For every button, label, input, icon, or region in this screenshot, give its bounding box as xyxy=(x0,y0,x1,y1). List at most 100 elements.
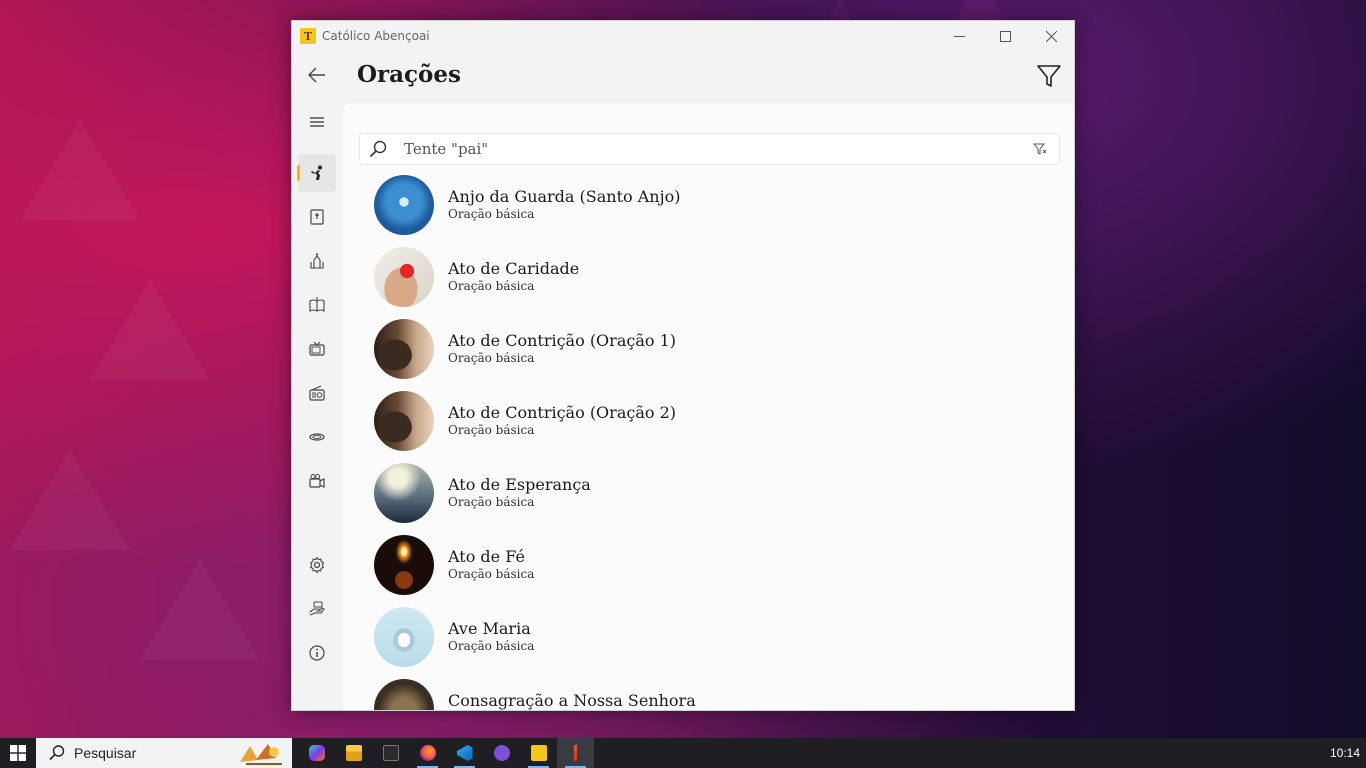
filter-icon xyxy=(1037,65,1061,87)
nav-item-saints[interactable] xyxy=(298,418,336,456)
bible-icon xyxy=(310,209,324,225)
terminal-icon xyxy=(382,745,399,761)
nav-item-settings[interactable] xyxy=(298,546,336,584)
vscode-icon xyxy=(456,745,473,761)
prayer-thumbnail xyxy=(374,247,434,307)
minimize-icon xyxy=(953,35,965,37)
prayer-thumbnail xyxy=(374,679,434,710)
content-area: Anjo da Guarda (Santo Anjo) Oração básic… xyxy=(343,103,1074,710)
list-item[interactable]: Ato de Caridade Oração básica xyxy=(374,247,1064,319)
list-item[interactable]: Ato de Fé Oração básica xyxy=(374,535,1064,607)
taskbar-clock[interactable]: 10:14 xyxy=(1330,746,1360,760)
gear-icon xyxy=(310,556,324,574)
back-arrow-icon xyxy=(308,67,325,83)
list-item[interactable]: Ato de Esperança Oração básica xyxy=(374,463,1064,535)
nav-item-tv[interactable] xyxy=(298,330,336,368)
window-title: Católico Abençoai xyxy=(322,29,430,43)
book-icon xyxy=(309,297,325,313)
halo-icon xyxy=(309,433,325,441)
minimize-button[interactable] xyxy=(936,21,982,51)
list-item[interactable]: Consagração a Nossa Senhora xyxy=(374,679,1064,710)
taskbar-vscode[interactable] xyxy=(446,738,483,768)
prayer-title: Ato de Contrição (Oração 2) xyxy=(448,403,676,422)
prayer-thumbnail xyxy=(374,607,434,667)
search-box[interactable] xyxy=(359,133,1060,165)
list-item[interactable]: Ato de Contrição (Oração 1) Oração básic… xyxy=(374,319,1064,391)
app-window: T Católico Abençoai Orações Tente "pai" … xyxy=(291,20,1075,711)
taskbar-running-app[interactable] xyxy=(557,738,594,768)
prayer-subtitle: Oração básica xyxy=(448,279,535,293)
hamburger-icon xyxy=(310,117,324,127)
taskbar-terminal[interactable] xyxy=(372,738,409,768)
donate-hand-icon xyxy=(309,601,325,616)
nav-item-liturgy[interactable] xyxy=(298,286,336,324)
filter-button[interactable] xyxy=(1036,63,1062,89)
prayer-title: Ato de Fé xyxy=(448,547,525,566)
praying-person-icon xyxy=(311,165,322,180)
nav-item-about[interactable] xyxy=(298,634,336,672)
search-input[interactable] xyxy=(404,140,1033,158)
back-button[interactable] xyxy=(306,65,328,85)
info-icon xyxy=(309,645,325,661)
nav-item-prayers[interactable] xyxy=(297,154,336,192)
taskbar-apps xyxy=(298,738,594,768)
prayer-title: Ave Maria xyxy=(448,619,531,638)
prayer-title: Anjo da Guarda (Santo Anjo) xyxy=(448,187,681,206)
list-item[interactable]: Ato de Contrição (Oração 2) Oração básic… xyxy=(374,391,1064,463)
prayer-thumbnail xyxy=(374,319,434,379)
prayer-thumbnail xyxy=(374,535,434,595)
nav-item-videos[interactable] xyxy=(298,462,336,500)
app-logo-icon: T xyxy=(300,28,316,44)
maximize-button[interactable] xyxy=(982,21,1028,51)
prayer-subtitle: Oração básica xyxy=(448,351,535,365)
prayer-title: Ato de Caridade xyxy=(448,259,580,278)
app-header: Orações xyxy=(292,51,1074,103)
copilot-icon xyxy=(308,745,325,761)
nav-menu-button[interactable] xyxy=(298,103,336,141)
nav-item-donate[interactable] xyxy=(298,590,336,628)
taskbar-github-desktop[interactable] xyxy=(483,738,520,768)
page-title: Orações xyxy=(357,61,461,88)
prayer-thumbnail xyxy=(374,175,434,235)
prayer-list: Anjo da Guarda (Santo Anjo) Oração básic… xyxy=(374,175,1064,710)
firefox-icon xyxy=(419,745,436,761)
taskbar-search-label: Pesquisar xyxy=(74,745,137,761)
prayer-thumbnail xyxy=(374,391,434,451)
taskbar-catolico-abencoai[interactable] xyxy=(520,738,557,768)
windows-logo-icon xyxy=(10,745,26,761)
title-bar[interactable]: T Católico Abençoai xyxy=(292,21,1074,51)
nav-item-bible[interactable] xyxy=(298,198,336,236)
prayer-thumbnail xyxy=(374,463,434,523)
close-button[interactable] xyxy=(1028,21,1074,51)
prayer-title: Ato de Contrição (Oração 1) xyxy=(448,331,676,350)
close-icon xyxy=(1045,30,1057,42)
nav-rail xyxy=(292,103,342,710)
start-button[interactable] xyxy=(0,738,36,768)
radio-icon xyxy=(309,385,325,401)
list-item[interactable]: Anjo da Guarda (Santo Anjo) Oração básic… xyxy=(374,175,1064,247)
taskbar: Pesquisar 10:14 xyxy=(0,738,1366,768)
taskbar-file-explorer[interactable] xyxy=(335,738,372,768)
nav-item-radio[interactable] xyxy=(298,374,336,412)
taskbar-copilot[interactable] xyxy=(298,738,335,768)
church-icon xyxy=(310,253,324,269)
app-icon xyxy=(573,745,578,761)
tv-icon xyxy=(309,341,325,356)
prayer-subtitle: Oração básica xyxy=(448,423,535,437)
search-highlight-art-icon xyxy=(240,744,282,765)
nav-item-church[interactable] xyxy=(298,242,336,280)
prayer-title: Ato de Esperança xyxy=(448,475,591,494)
search-icon xyxy=(49,745,65,761)
github-icon xyxy=(493,745,510,761)
folder-icon xyxy=(345,745,362,761)
prayer-subtitle: Oração básica xyxy=(448,567,535,581)
prayer-title: Consagração a Nossa Senhora xyxy=(448,691,696,710)
search-filter-icon[interactable] xyxy=(1033,142,1047,156)
window-controls xyxy=(936,21,1074,51)
taskbar-firefox[interactable] xyxy=(409,738,446,768)
maximize-icon xyxy=(999,30,1011,42)
catolico-app-icon xyxy=(530,745,547,761)
taskbar-search[interactable]: Pesquisar xyxy=(36,738,292,768)
list-item[interactable]: Ave Maria Oração básica xyxy=(374,607,1064,679)
video-camera-icon xyxy=(309,474,325,488)
